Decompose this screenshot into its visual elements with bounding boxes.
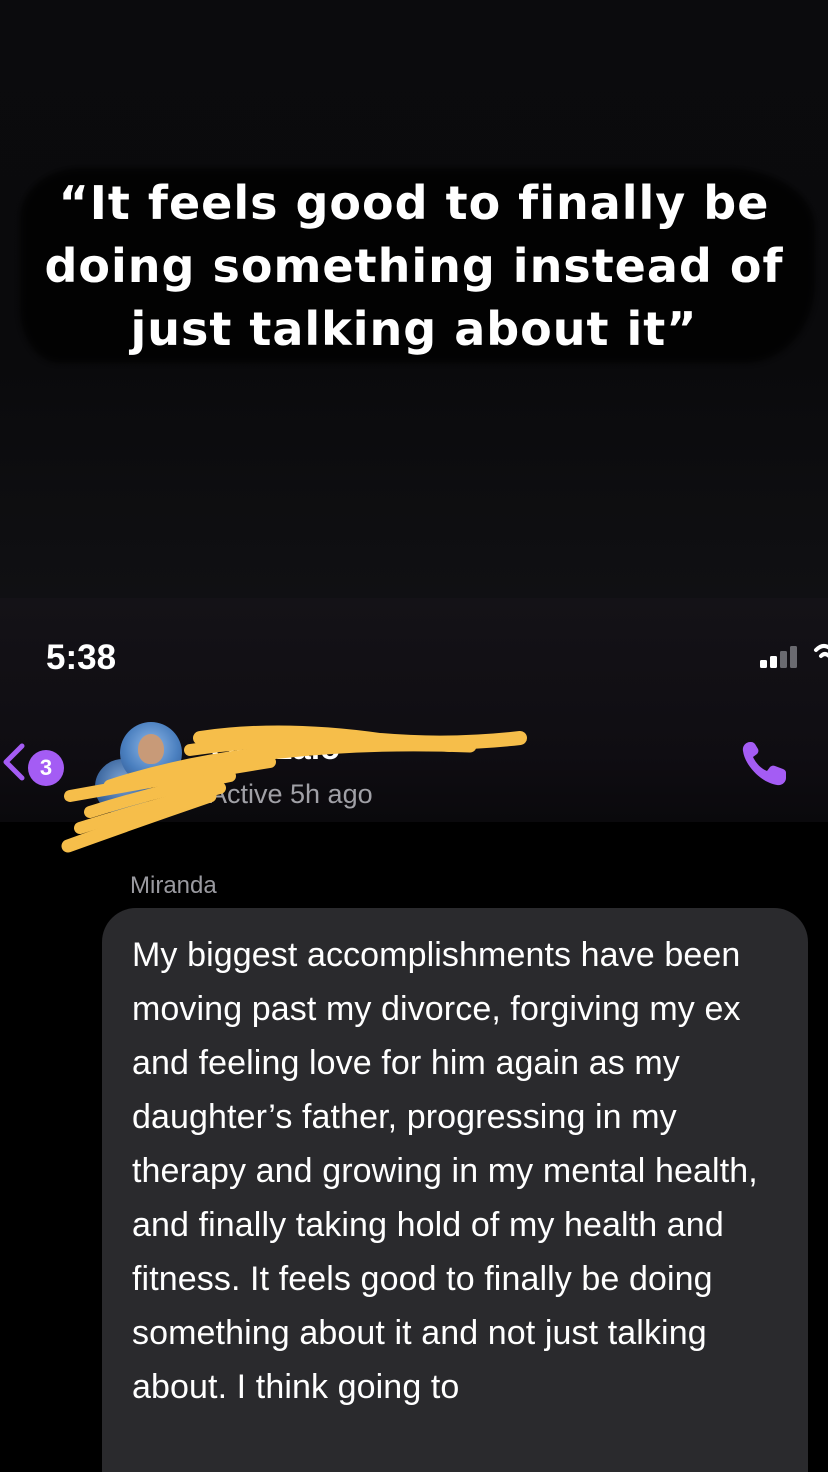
status-time: 5:38 (46, 638, 117, 677)
avatar-face (138, 734, 164, 764)
contact-status: Active 5h ago (209, 779, 373, 809)
quote-overlay: “It feels good to finally be doing somet… (0, 0, 828, 598)
sender-name: Miranda (130, 872, 217, 899)
wifi-icon (814, 644, 828, 658)
message-bubble[interactable]: My biggest accomplishments have been mov… (102, 908, 808, 1472)
message-text: My biggest accomplishments have been mov… (132, 936, 758, 1406)
back-chevron-icon[interactable] (0, 740, 28, 784)
page: “It feels good to finally be doing somet… (0, 0, 828, 1472)
signal-icon (760, 646, 797, 668)
avatar[interactable] (120, 722, 182, 784)
chat-screenshot: 5:38 3 Gonzalo Active 5h ago Miranda My … (0, 598, 828, 1472)
call-icon[interactable] (736, 736, 792, 792)
unread-count-badge[interactable]: 3 (28, 750, 64, 786)
quote-text: “It feels good to finally be doing somet… (44, 176, 784, 356)
contact-name[interactable]: Gonzalo (210, 728, 340, 768)
